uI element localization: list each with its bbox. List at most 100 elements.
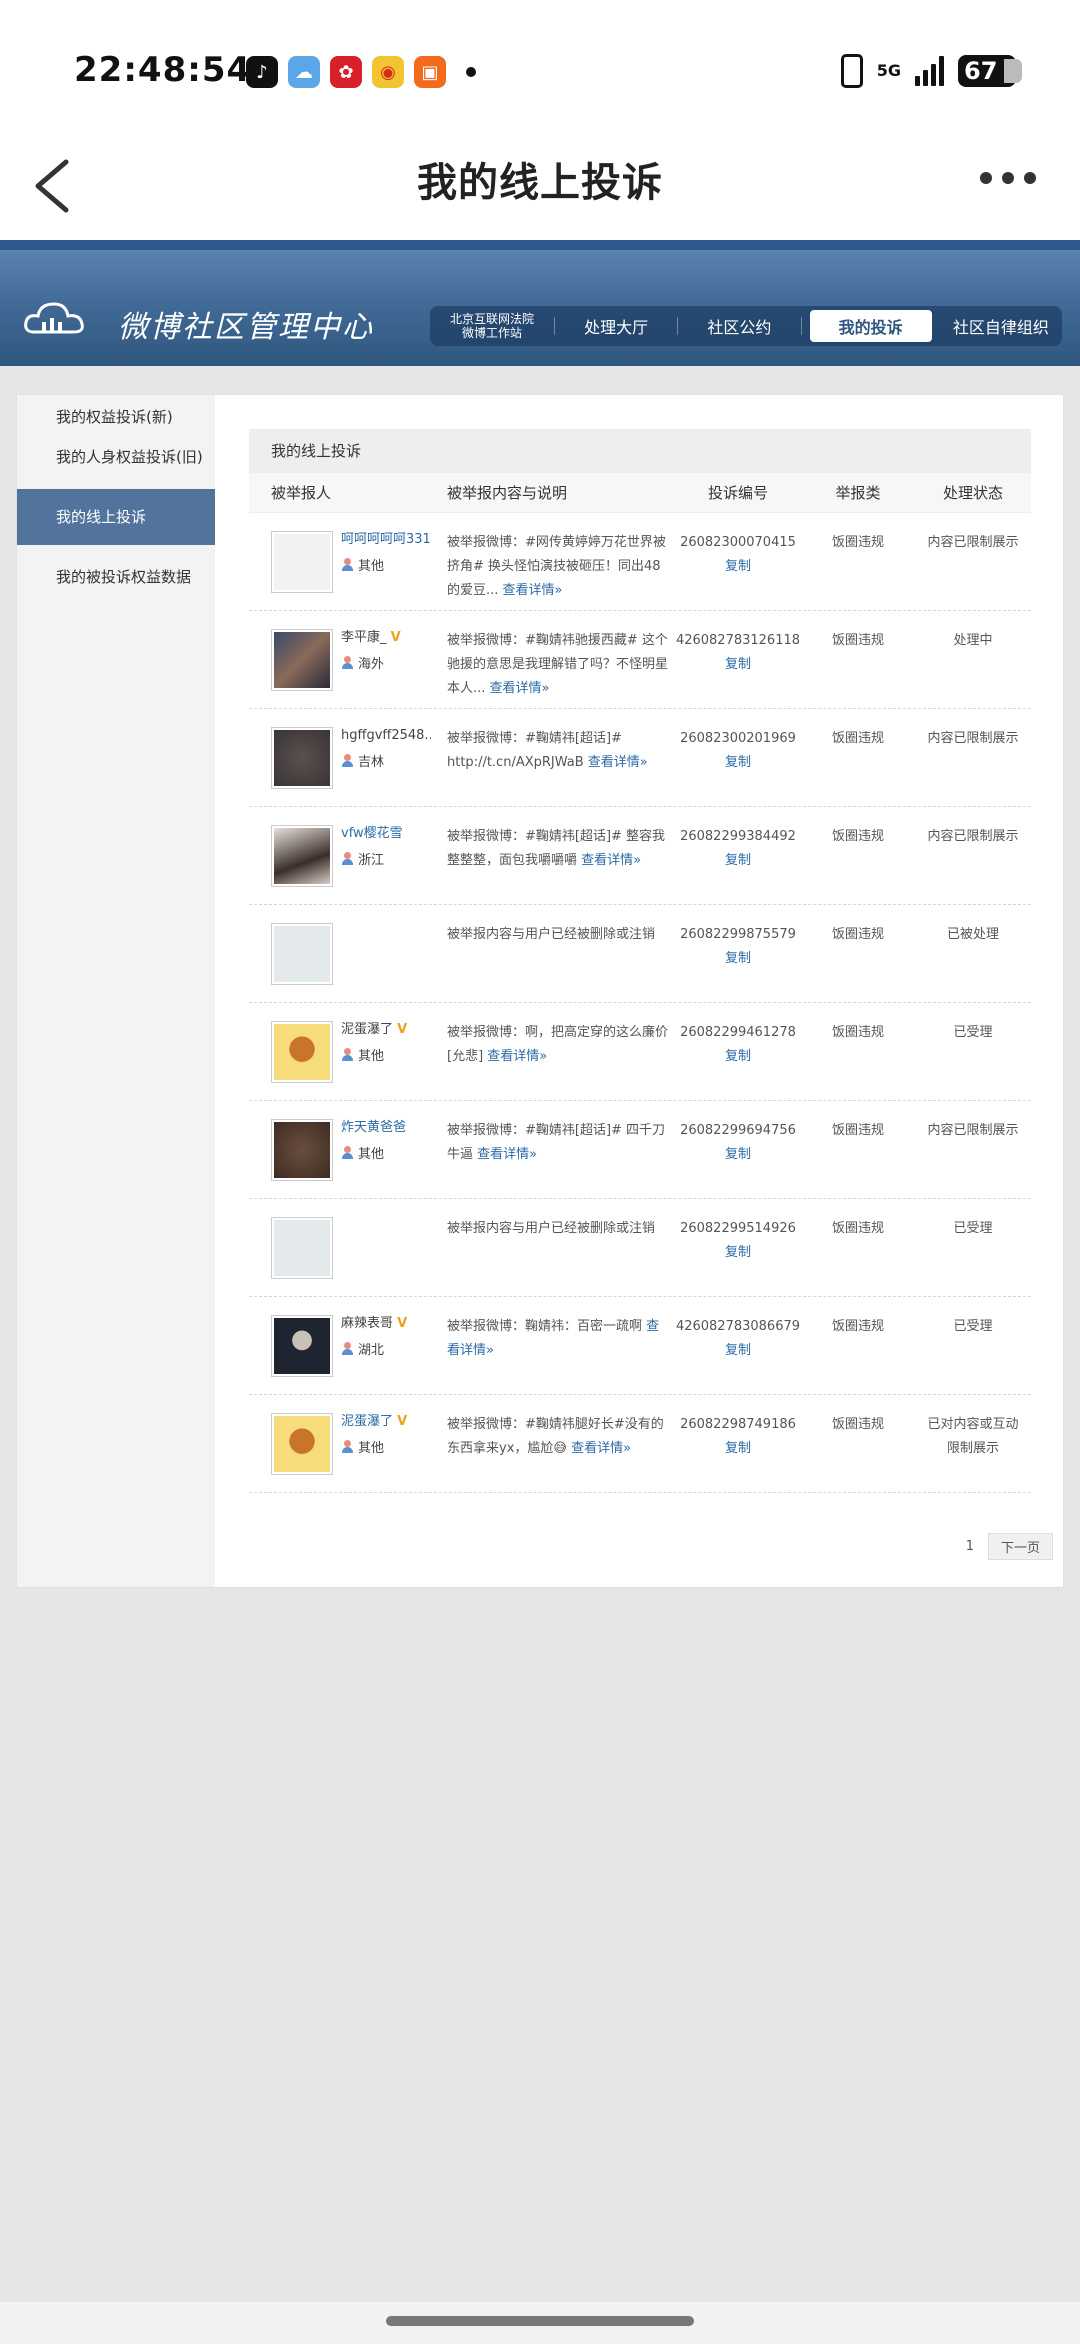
verified-badge-icon: V xyxy=(397,1022,408,1037)
reported-user-name[interactable]: vfw樱花雪 xyxy=(341,825,425,843)
sidebar-item-personal-rights-old[interactable]: 我的人身权益投诉(旧) xyxy=(17,437,215,477)
user-info: hgffgvff2548... 吉林 xyxy=(341,727,431,789)
network-type: 5G xyxy=(876,61,901,80)
complaint-id-cell: 426082783086679 复制 xyxy=(675,1315,801,1363)
reported-user-name[interactable]: 呵呵呵呵呵331 xyxy=(341,531,431,549)
person-icon xyxy=(341,852,354,865)
avatar[interactable] xyxy=(271,923,333,985)
view-details-link[interactable]: 查看详情» xyxy=(477,1147,537,1162)
weibo-center-title: 微博社区管理中心 xyxy=(118,310,374,345)
reported-user-name[interactable]: 泥蛋瀑了 V xyxy=(341,1413,425,1431)
header-content: 被举报内容与说明 xyxy=(447,484,568,502)
user-name-text: 呵呵呵呵呵331 xyxy=(341,532,431,547)
table-row: 泥蛋瀑了 V 其他 被举报微博：啊，把高定穿的这么廉价[允悲] 查看详情» 26082… xyxy=(249,1003,1031,1101)
reported-content-cell: 被举报微博：#鞠婧祎[超话]# 四千刀牛逼 查看详情» xyxy=(425,1119,675,1167)
sidebar-item-complained-data[interactable]: 我的被投诉权益数据 xyxy=(17,557,215,597)
view-details-link[interactable]: 查看详情» xyxy=(581,853,641,868)
status-cell: 内容已限制展示 xyxy=(927,1123,1019,1138)
table-row: 李平康_ V 海外 被举报微博：#鞠婧祎驰援西藏# 这个驰援的意思是我理解错了吗？不… xyxy=(249,611,1031,709)
reported-content-cell: 被举报微博：#网传黄婷婷万花世界被挤角# 换头怪怕演技被砸压！同出48的爱豆..… xyxy=(425,531,675,603)
reported-content-text: 被举报内容与用户已经被删除或注销 xyxy=(447,927,656,942)
reported-content-text: 被举报内容与用户已经被删除或注销 xyxy=(447,1221,656,1236)
notification-app-icons: ♪ ☁ ✿ ◉ ▣ xyxy=(246,56,476,88)
menu-processing-hall[interactable]: 处理大厅 xyxy=(555,314,677,338)
view-details-link[interactable]: 查看详情» xyxy=(503,583,563,598)
status-cell: 内容已限制展示 xyxy=(927,829,1019,844)
view-details-link[interactable]: 查看详情» xyxy=(490,681,550,696)
table-row: 被举报内容与用户已经被删除或注销 26082299514926 复制 饭圈违规 已受理 xyxy=(249,1199,1031,1297)
menu-community-convention[interactable]: 社区公约 xyxy=(678,314,800,338)
copy-id-button[interactable]: 复制 xyxy=(675,555,801,579)
copy-id-button[interactable]: 复制 xyxy=(675,751,801,775)
avatar[interactable] xyxy=(271,629,333,691)
reported-user-cell: 泥蛋瀑了 V 其他 xyxy=(249,1413,425,1475)
complaint-id-text: 26082299875579 xyxy=(680,927,796,942)
user-location: 其他 xyxy=(341,1437,425,1456)
reported-user-name[interactable]: hgffgvff2548... xyxy=(341,727,431,745)
menu-self-regulation[interactable]: 社区自律组织 xyxy=(940,314,1062,338)
court-station-link[interactable]: 北京互联网法院 微博工作站 xyxy=(430,312,554,340)
copy-id-button[interactable]: 复制 xyxy=(675,1143,801,1167)
avatar-image xyxy=(274,534,330,590)
copy-id-button[interactable]: 复制 xyxy=(675,947,801,971)
user-location: 其他 xyxy=(341,555,431,574)
avatar[interactable] xyxy=(271,1021,333,1083)
avatar-image xyxy=(274,1416,330,1472)
sidebar: 我的权益投诉(新) 我的人身权益投诉(旧) 我的线上投诉 我的被投诉权益数据 xyxy=(17,395,215,1587)
pagination: 1 下一页 xyxy=(966,1533,1053,1560)
avatar[interactable] xyxy=(271,1413,333,1475)
view-details-link[interactable]: 查看详情» xyxy=(588,755,648,770)
user-info: vfw樱花雪 浙江 xyxy=(341,825,425,887)
next-page-button[interactable]: 下一页 xyxy=(987,1533,1053,1560)
user-location: 其他 xyxy=(341,1143,425,1162)
reported-content-cell: 被举报微博：鞠婧祎：百密一疏啊 查看详情» xyxy=(425,1315,675,1363)
reported-user-cell: 麻辣表哥 V 湖北 xyxy=(249,1315,425,1377)
avatar[interactable] xyxy=(271,727,333,789)
complaint-id-text: 26082300070415 xyxy=(680,535,796,550)
reported-content-text: 被举报微博：#鞠婧祎驰援西藏# 这个驰援的意思是我理解错了吗？不怪明星本人... xyxy=(447,633,669,696)
page-title: 我的线上投诉 xyxy=(417,160,663,206)
avatar[interactable] xyxy=(271,825,333,887)
reported-user-name[interactable]: 泥蛋瀑了 V xyxy=(341,1021,425,1039)
reported-user-name[interactable]: 炸天黄爸爸 xyxy=(341,1119,425,1137)
copy-id-button[interactable]: 复制 xyxy=(675,1339,801,1363)
table-row: 炸天黄爸爸 其他 被举报微博：#鞠婧祎[超话]# 四千刀牛逼 查看详情» 260822… xyxy=(249,1101,1031,1199)
reported-user-name[interactable]: 李平康_ V xyxy=(341,629,425,647)
reported-user-cell: 泥蛋瀑了 V 其他 xyxy=(249,1021,425,1083)
nav-bar: 我的线上投诉 xyxy=(0,140,1080,240)
copy-id-button[interactable]: 复制 xyxy=(675,1437,801,1461)
copy-id-button[interactable]: 复制 xyxy=(675,849,801,873)
complaint-id-text: 26082299384492 xyxy=(680,829,796,844)
copy-id-button[interactable]: 复制 xyxy=(675,1241,801,1265)
copy-id-button[interactable]: 复制 xyxy=(675,653,801,677)
menu-my-complaints[interactable]: 我的投诉 xyxy=(809,310,932,342)
status-cell: 已受理 xyxy=(953,1025,993,1040)
more-menu-icon[interactable] xyxy=(980,172,1036,184)
avatar-image xyxy=(274,632,330,688)
sidebar-item-rights-new[interactable]: 我的权益投诉(新) xyxy=(17,397,215,437)
home-indicator[interactable] xyxy=(386,2316,694,2326)
avatar[interactable] xyxy=(271,531,333,593)
header-reported-user: 被举报人 xyxy=(271,484,332,502)
view-details-link[interactable]: 查看详情» xyxy=(571,1441,631,1456)
view-details-link[interactable]: 查看详情» xyxy=(487,1049,547,1064)
person-icon xyxy=(341,656,354,669)
user-location: 海外 xyxy=(341,653,425,672)
copy-id-button[interactable]: 复制 xyxy=(675,1045,801,1069)
reported-content-cell: 被举报微博：#鞠婧祎驰援西藏# 这个驰援的意思是我理解错了吗？不怪明星本人...… xyxy=(425,629,675,701)
weibo-top-menu: 北京互联网法院 微博工作站 处理大厅 社区公约 我的投诉 社区自律组织 xyxy=(430,306,1062,346)
avatar[interactable] xyxy=(271,1315,333,1377)
avatar[interactable] xyxy=(271,1119,333,1181)
battery-level: 67 xyxy=(964,57,998,85)
complaints-main: 我的线上投诉 被举报人 被举报内容与说明 投诉编号 举报类 处理状态 呵呵呵呵呵… xyxy=(249,429,1031,1493)
complaint-id-text: 26082299514926 xyxy=(680,1221,796,1236)
avatar[interactable] xyxy=(271,1217,333,1279)
reported-user-name[interactable]: 麻辣表哥 V xyxy=(341,1315,425,1333)
user-name-text: vfw樱花雪 xyxy=(341,826,403,841)
reported-content-text: 被举报微博：鞠婧祎：百密一疏啊 xyxy=(447,1319,643,1334)
report-type-cell: 饭圈违规 xyxy=(831,1221,884,1236)
sidebar-item-online-complaints[interactable]: 我的线上投诉 xyxy=(17,489,215,545)
user-location: 湖北 xyxy=(341,1339,425,1358)
reported-content-text: 被举报微博：#鞠婧祎腿好长#没有的东西拿来yx，尴尬😅 xyxy=(447,1417,664,1456)
signal-icon xyxy=(915,56,944,86)
